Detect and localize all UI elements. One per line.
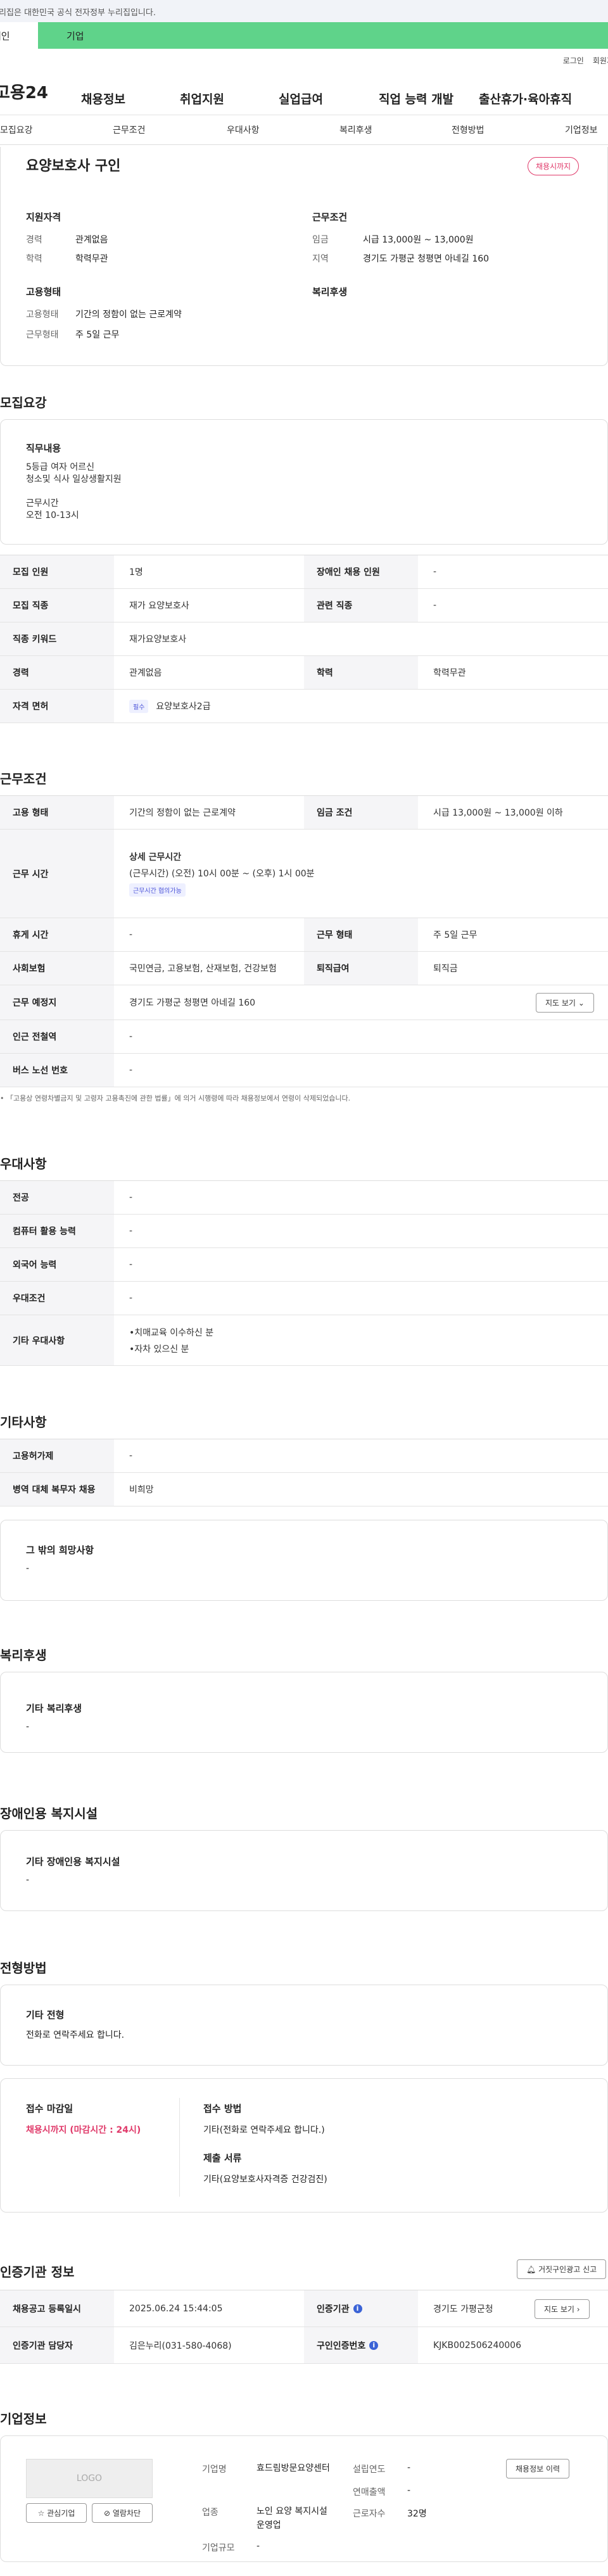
table-row: 고용 형태 기간의 정함이 없는 근로계약 임금 조건 시급 13,000원 ~ 13… xyxy=(0,796,608,830)
deadline-badge: 채용시까지 xyxy=(528,157,580,175)
emp-type: 고용형태 기간의 정함이 없는 근로계약 xyxy=(26,310,182,320)
table-row: 버스 노선 번호 - xyxy=(0,1054,608,1087)
tab-welfare[interactable]: 복리후생 xyxy=(339,123,372,136)
gnb-training[interactable]: 직업 능력 개발 xyxy=(379,90,453,107)
pref-heading: 우대사항 xyxy=(0,1156,47,1171)
table-row: 경력 관계없음 학력 학력무관 xyxy=(0,656,608,690)
duty-heading: 직무내용 xyxy=(26,443,61,454)
age-notice: • 「고용상 연령차별금지 및 고령자 고용촉진에 관한 법률」에 의거 시행령… xyxy=(0,1094,351,1102)
table-row: 기타 우대사항 •치매교육 이수하신 분 •자차 있으신 분 xyxy=(0,1315,608,1366)
tab-pref[interactable]: 우대사항 xyxy=(227,123,260,136)
table-row: 고용허가제 - xyxy=(0,1439,608,1473)
user-type-company[interactable]: 기업 xyxy=(38,22,608,49)
emp-heading: 고용형태 xyxy=(26,286,61,298)
company-card: LOGO ☆ 관심기업 ⊘ 열람차단 기업명 효드림방문요양센터 업종 노인 요… xyxy=(0,2435,608,2562)
summary-card: 요양보호사 구인 채용시까지 지원자격 경력 관계없음 학력 학력무관 근무조건 임… xyxy=(0,147,608,366)
table-row: 사회보험 국민연금, 고용보험, 산재보험, 건강보험 퇴직급여 퇴직금 xyxy=(0,952,608,985)
cond-wage: 임금 시급 13,000원 ~ 13,000원 xyxy=(312,235,474,245)
work-heading: 근무조건 xyxy=(0,771,47,786)
qual-heading: 지원자격 xyxy=(26,212,61,223)
table-row: 우대조건 - xyxy=(0,1282,608,1315)
gnb-employment-support[interactable]: 취업지원 xyxy=(180,90,224,107)
other-heading: 기타사항 xyxy=(0,1415,47,1430)
cond-heading: 근무조건 xyxy=(312,212,348,223)
recruit-heading: 모집요강 xyxy=(0,395,47,410)
table-row: 전공 - xyxy=(0,1181,608,1215)
report-fake-ad-button[interactable]: 🔔︎ 거짓구인광고 신고 xyxy=(517,2259,607,2279)
user-type-person[interactable]: 개인 xyxy=(0,22,38,49)
duty-box: 직무내용 5등급 여자 어르신 청소및 식사 일상생활지원 근무시간 오전 10-13… xyxy=(0,419,608,545)
time-negotiable-chip: 근무시간 협의가능 xyxy=(129,883,186,897)
tab-work[interactable]: 근무조건 xyxy=(113,123,146,136)
table-row: 휴게 시간 - 근무 형태 주 5일 근무 xyxy=(0,918,608,952)
util-links: 로그인 회원가입 xyxy=(0,49,608,68)
divider xyxy=(179,2098,180,2197)
required-chip: 필수 xyxy=(129,699,149,713)
job-title: 요양보호사 구인 xyxy=(26,158,121,174)
select-heading: 전형방법 xyxy=(0,1960,47,1976)
table-row: 채용공고 등록일시 2025.06.24 15:44:05 인증기관 i 경기도 가평군… xyxy=(0,2290,608,2327)
company-logo-placeholder: LOGO xyxy=(26,2459,153,2498)
favorite-company-button[interactable]: ☆ 관심기업 xyxy=(26,2503,87,2523)
company-heading: 기업정보 xyxy=(0,2411,47,2427)
welfare-heading: 복리후생 xyxy=(312,286,348,298)
table-row: 근무 예정지 경기도 가평군 청평면 아네길 160 지도 보기 ⌄ xyxy=(0,985,608,1020)
agency-map-button[interactable]: 지도 보기 › xyxy=(535,2299,590,2319)
hiring-history-button[interactable]: 채용정보 이력 xyxy=(506,2459,570,2478)
other-wish-box: 그 밖의 희망사항 - xyxy=(0,1520,608,1601)
disab-box: 기타 장애인용 복지시설 - xyxy=(0,1830,608,1911)
table-row: 외국어 능력 - xyxy=(0,1248,608,1282)
info-icon[interactable]: i xyxy=(369,2340,379,2350)
company-name: 효드림방문요양센터 xyxy=(256,2463,330,2473)
block-icon: ⊘ xyxy=(103,2509,111,2518)
agency-heading: 인증기관 정보 xyxy=(0,2264,75,2280)
signup-link[interactable]: 회원가입 xyxy=(593,56,608,65)
info-icon[interactable]: i xyxy=(353,2304,362,2313)
star-icon: ☆ xyxy=(37,2509,45,2518)
other-table: 고용허가제 - 병역 대체 복무자 채용 비희망 xyxy=(0,1439,608,1506)
work-table: 고용 형태 기간의 정함이 없는 근로계약 임금 조건 시급 13,000원 ~ 13… xyxy=(0,795,608,1087)
global-nav: 고용24 채용정보 취업지원 실업급여 직업 능력 개발 출산휴가·육아휴직 xyxy=(0,68,608,115)
login-link[interactable]: 로그인 xyxy=(563,56,584,65)
map-button[interactable]: 지도 보기 ⌄ xyxy=(536,993,594,1013)
block-view-button[interactable]: ⊘ 열람차단 xyxy=(92,2503,153,2523)
table-row: 인근 전철역 - xyxy=(0,1020,608,1054)
select-etc-box: 기타 전형 전화로 연락주세요 합니다. xyxy=(0,1985,608,2066)
table-row: 병역 대체 복무자 채용 비희망 xyxy=(0,1473,608,1506)
cond-region: 지역 경기도 가평군 청평면 아네길 160 xyxy=(312,254,490,264)
recruit-table: 모집 인원 1명 장애인 채용 인원 - 모집 직종 재가 요양보호사 관련 직종 - 직종… xyxy=(0,555,608,723)
tab-selection[interactable]: 전형방법 xyxy=(452,123,484,136)
table-row: 직종 키워드 재가요양보호사 xyxy=(0,622,608,656)
pref-table: 전공 - 컴퓨터 활용 능력 - 외국어 능력 - 우대조건 - 기타 우대사항 •치매교… xyxy=(0,1180,608,1366)
agency-table: 채용공고 등록일시 2025.06.24 15:44:05 인증기관 i 경기도 가평군… xyxy=(0,2290,608,2364)
gnb-jobs[interactable]: 채용정보 xyxy=(81,90,125,107)
chevron-down-icon: ⌄ xyxy=(578,999,585,1007)
tab-company[interactable]: 기업정보 xyxy=(565,123,598,136)
qual-career: 경력 관계없음 xyxy=(26,235,108,245)
deadline-value: 채용시까지 (마감시간 : 24시) xyxy=(26,2125,141,2135)
table-row: 모집 직종 재가 요양보호사 관련 직종 - xyxy=(0,589,608,622)
tab-recruit[interactable]: 모집요강 xyxy=(0,123,33,136)
company-name-label: 기업명 xyxy=(202,2465,227,2475)
duty-content: 5등급 여자 어르신 청소및 식사 일상생활지원 근무시간 오전 10-13시 xyxy=(26,462,122,521)
emp-form: 근무형태 주 5일 근무 xyxy=(26,330,120,340)
bell-icon: 🔔︎ xyxy=(526,2265,536,2274)
site-logo[interactable]: 고용24 xyxy=(0,80,81,103)
gnb-parental-leave[interactable]: 출산휴가·육아휴직 xyxy=(479,90,572,107)
gov-banner: 이 누리집은 대한민국 공식 전자정부 누리집입니다. xyxy=(0,0,608,22)
welfare-section-heading: 복리후생 xyxy=(0,1648,47,1663)
table-row: 모집 인원 1명 장애인 채용 인원 - xyxy=(0,555,608,589)
table-row: 자격 면허 필수 요양보호사2급 xyxy=(0,690,608,723)
disab-heading: 장애인용 복지시설 xyxy=(0,1806,98,1821)
qual-edu: 학력 학력무관 xyxy=(26,254,108,264)
gnb-unemployment-benefit[interactable]: 실업급여 xyxy=(279,90,323,107)
table-row: 인증기관 담당자 김은누리(031-580-4068) 구인인증번호 i KJKB002… xyxy=(0,2327,608,2364)
user-type-switch: 개인 기업 xyxy=(0,22,608,49)
welfare-box: 기타 복리후생 - xyxy=(0,1672,608,1753)
section-tabs: 모집요강 근무조건 우대사항 복리후생 전형방법 기업정보 xyxy=(0,115,608,145)
table-row: 컴퓨터 활용 능력 - xyxy=(0,1215,608,1248)
table-row: 근무 시간 상세 근무시간 (근무시간) (오전) 10시 00분 ~ (오후)… xyxy=(0,830,608,918)
select-apply-box: 접수 마감일 채용시까지 (마감시간 : 24시) 접수 방법 기타(전화로 연… xyxy=(0,2078,608,2213)
company-industry: 노인 요양 복지시설 운영업 xyxy=(256,2506,327,2530)
